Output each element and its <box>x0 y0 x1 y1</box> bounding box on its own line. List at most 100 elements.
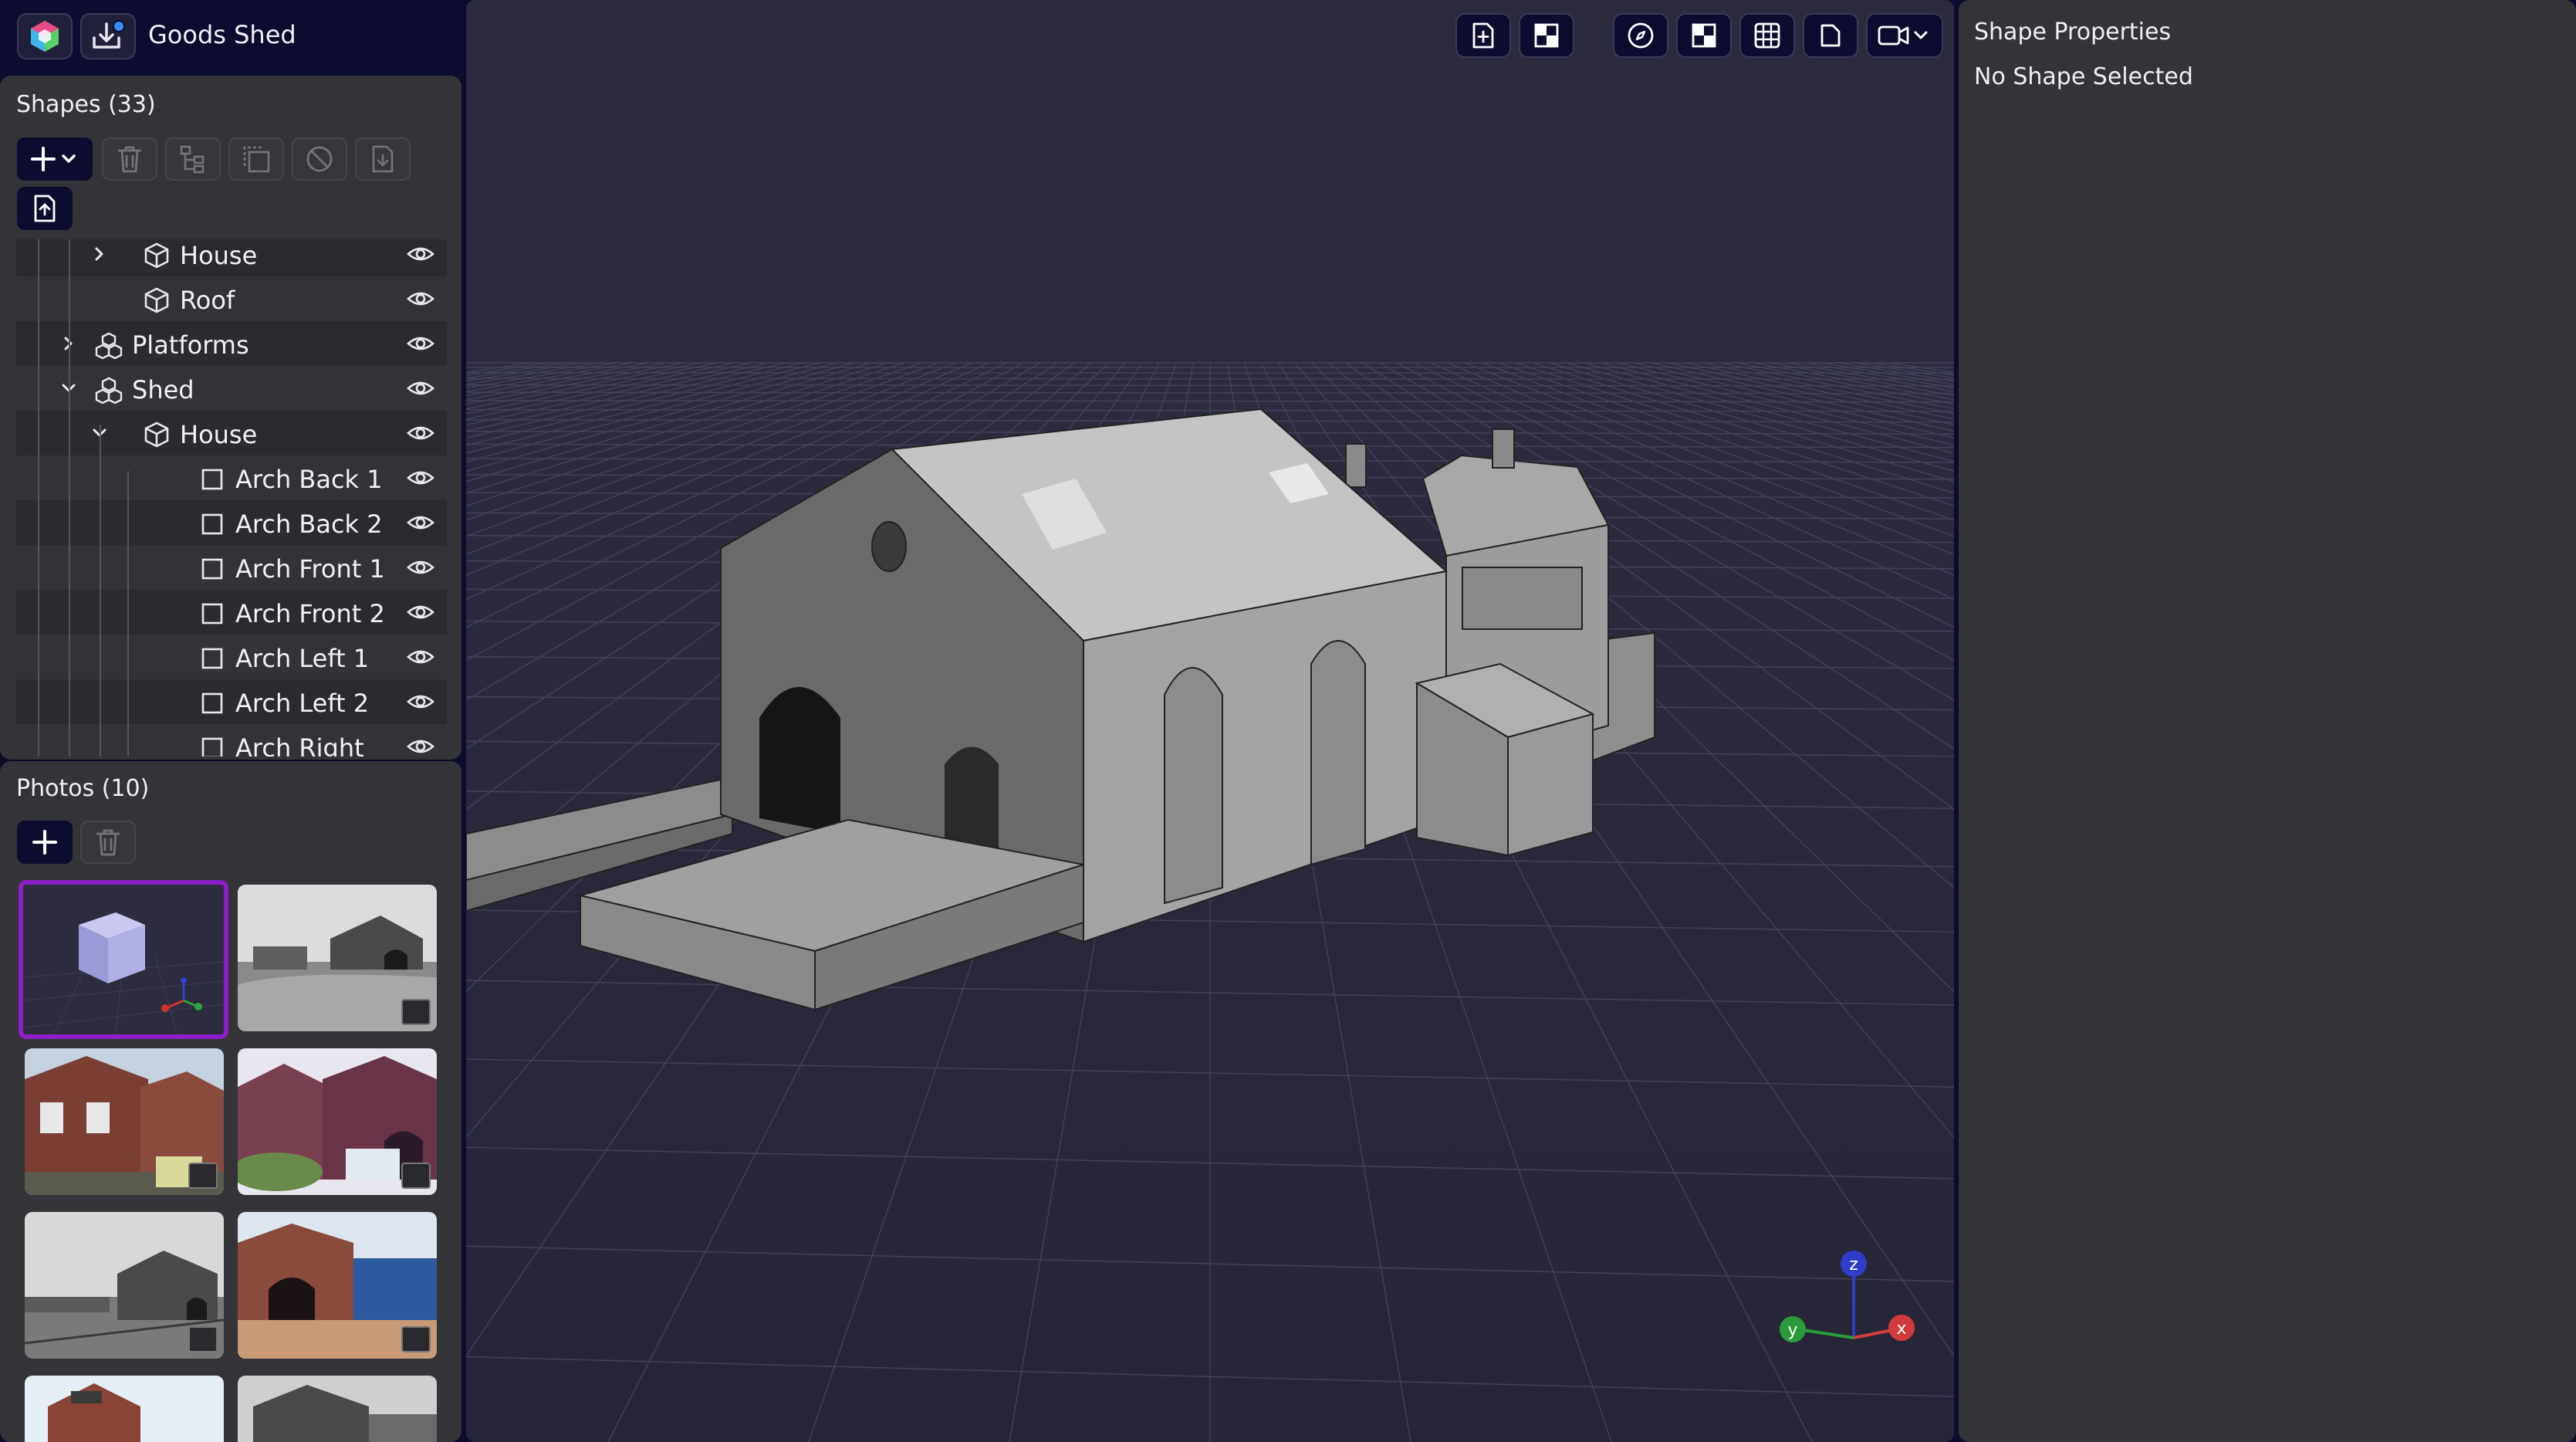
photo-thumbnail[interactable] <box>25 1048 224 1195</box>
tree-item[interactable]: Arch Left 2 <box>16 679 447 724</box>
photo-thumbnail[interactable] <box>25 1212 224 1359</box>
square-icon <box>201 469 223 490</box>
photo-badge-icon <box>401 1163 431 1189</box>
scene-canvas[interactable]: z x y <box>466 0 1954 1442</box>
photo-thumbnail[interactable] <box>238 885 437 1031</box>
add-shape-button[interactable] <box>17 137 93 181</box>
eye-icon[interactable] <box>407 512 434 533</box>
tree-item[interactable]: Roof <box>16 276 447 321</box>
checkerboard-icon <box>1692 23 1716 48</box>
video-camera-icon <box>1878 25 1928 46</box>
photo-badge-icon <box>401 1326 431 1352</box>
import-photo-button[interactable] <box>1455 13 1511 58</box>
tree-item-label: Roof <box>180 286 235 315</box>
file-add-icon <box>1472 22 1494 49</box>
eye-icon[interactable] <box>407 467 434 489</box>
tree-item-label: Arch Front 1 <box>235 554 385 584</box>
hierarchy-button[interactable] <box>165 137 221 181</box>
model-preview-image <box>23 885 224 1034</box>
tree-item-label: Arch Back 1 <box>235 465 383 494</box>
hide-button[interactable] <box>292 137 347 181</box>
document-title: Goods Shed <box>148 20 296 49</box>
app-header: Goods Shed <box>0 0 463 76</box>
photo-image <box>25 1376 224 1442</box>
eye-icon[interactable] <box>407 377 434 399</box>
cube-icon <box>144 421 169 448</box>
photo-thumbnail[interactable] <box>238 1212 437 1359</box>
hierarchy-icon <box>180 145 205 174</box>
eye-icon[interactable] <box>407 288 434 310</box>
properties-title: Shape Properties <box>1974 19 2172 46</box>
tree-item-label: Arch Front 2 <box>235 599 385 628</box>
photo-thumbnail[interactable] <box>25 1376 224 1442</box>
tree-item-label: Arch Back 2 <box>235 509 383 539</box>
eye-icon[interactable] <box>407 601 434 623</box>
photo-image <box>238 1376 437 1442</box>
duplicate-button[interactable] <box>228 137 284 181</box>
download-icon <box>93 20 125 49</box>
eye-icon[interactable] <box>407 243 434 265</box>
add-photo-button[interactable] <box>17 821 73 864</box>
photo-thumbnail[interactable] <box>238 1048 437 1195</box>
axis-x-label: x <box>1896 1319 1906 1339</box>
square-icon <box>201 558 223 580</box>
plus-icon <box>32 830 57 855</box>
tree-guide-line <box>38 239 39 757</box>
chevron-right-icon[interactable] <box>90 245 109 263</box>
tree-item-label: Arch Left 1 <box>235 644 370 673</box>
tree-item[interactable]: Platforms <box>16 321 447 366</box>
face-icon <box>1820 24 1841 47</box>
tree-item-label: Platforms <box>132 330 249 360</box>
download-button[interactable] <box>80 13 136 59</box>
eye-icon[interactable] <box>407 557 434 578</box>
tree-item[interactable]: Arch Front 2 <box>16 590 447 635</box>
axis-y-label: y <box>1787 1321 1797 1340</box>
import-shape-button[interactable] <box>355 137 411 181</box>
tree-guide-line <box>69 239 70 757</box>
checker-texture-button[interactable] <box>1519 13 1574 58</box>
file-import-icon <box>372 145 394 173</box>
photo-thumbnail[interactable] <box>238 1376 437 1442</box>
shapes-panel-title: Shapes (33) <box>16 91 156 118</box>
app-logo-button[interactable] <box>17 13 73 59</box>
group-icon <box>95 377 123 404</box>
eye-icon[interactable] <box>407 691 434 713</box>
3d-viewport[interactable]: z x y <box>466 0 1954 1442</box>
eye-icon[interactable] <box>407 422 434 444</box>
delete-shape-button[interactable] <box>102 137 157 181</box>
tree-guide-line <box>100 425 101 757</box>
tree-item[interactable]: Arch Right <box>16 724 447 757</box>
delete-photo-button[interactable] <box>80 821 136 864</box>
prohibited-icon <box>306 146 333 172</box>
tree-item[interactable]: Arch Back 2 <box>16 500 447 545</box>
texture-toggle-button[interactable] <box>1676 13 1732 58</box>
eye-icon[interactable] <box>407 736 434 757</box>
tree-item-label: House <box>180 241 258 270</box>
plus-dropdown-icon <box>31 147 76 171</box>
grid-toggle-button[interactable] <box>1739 13 1795 58</box>
photos-panel: Photos (10) <box>0 761 461 1442</box>
export-shape-button[interactable] <box>17 187 73 230</box>
shapes-panel: Shapes (33) House Roof Platforms Shed Ho… <box>0 76 461 760</box>
tree-item[interactable]: Arch Back 1 <box>16 455 447 500</box>
tree-item[interactable]: Arch Front 1 <box>16 545 447 590</box>
tree-item[interactable]: House <box>16 239 447 276</box>
compass-button[interactable] <box>1613 13 1668 58</box>
trash-icon <box>117 146 142 173</box>
eye-icon[interactable] <box>407 333 434 354</box>
grid-icon <box>1754 22 1780 49</box>
tree-item-label: Arch Right <box>235 733 364 757</box>
tree-item[interactable]: Arch Left 1 <box>16 635 447 679</box>
photo-badge-icon <box>188 1326 218 1352</box>
eye-icon[interactable] <box>407 646 434 668</box>
tree-item[interactable]: House <box>16 411 447 455</box>
face-mode-button[interactable] <box>1803 13 1858 58</box>
camera-menu-button[interactable] <box>1866 13 1943 58</box>
square-icon <box>201 648 223 669</box>
tree-item-label: House <box>180 420 258 449</box>
tree-item-label: Arch Left 2 <box>235 689 370 718</box>
tree-item[interactable]: Shed <box>16 366 447 411</box>
duplicate-icon <box>243 146 270 173</box>
tree-item-label: Shed <box>132 375 194 405</box>
photo-thumbnail-model[interactable] <box>19 880 228 1039</box>
